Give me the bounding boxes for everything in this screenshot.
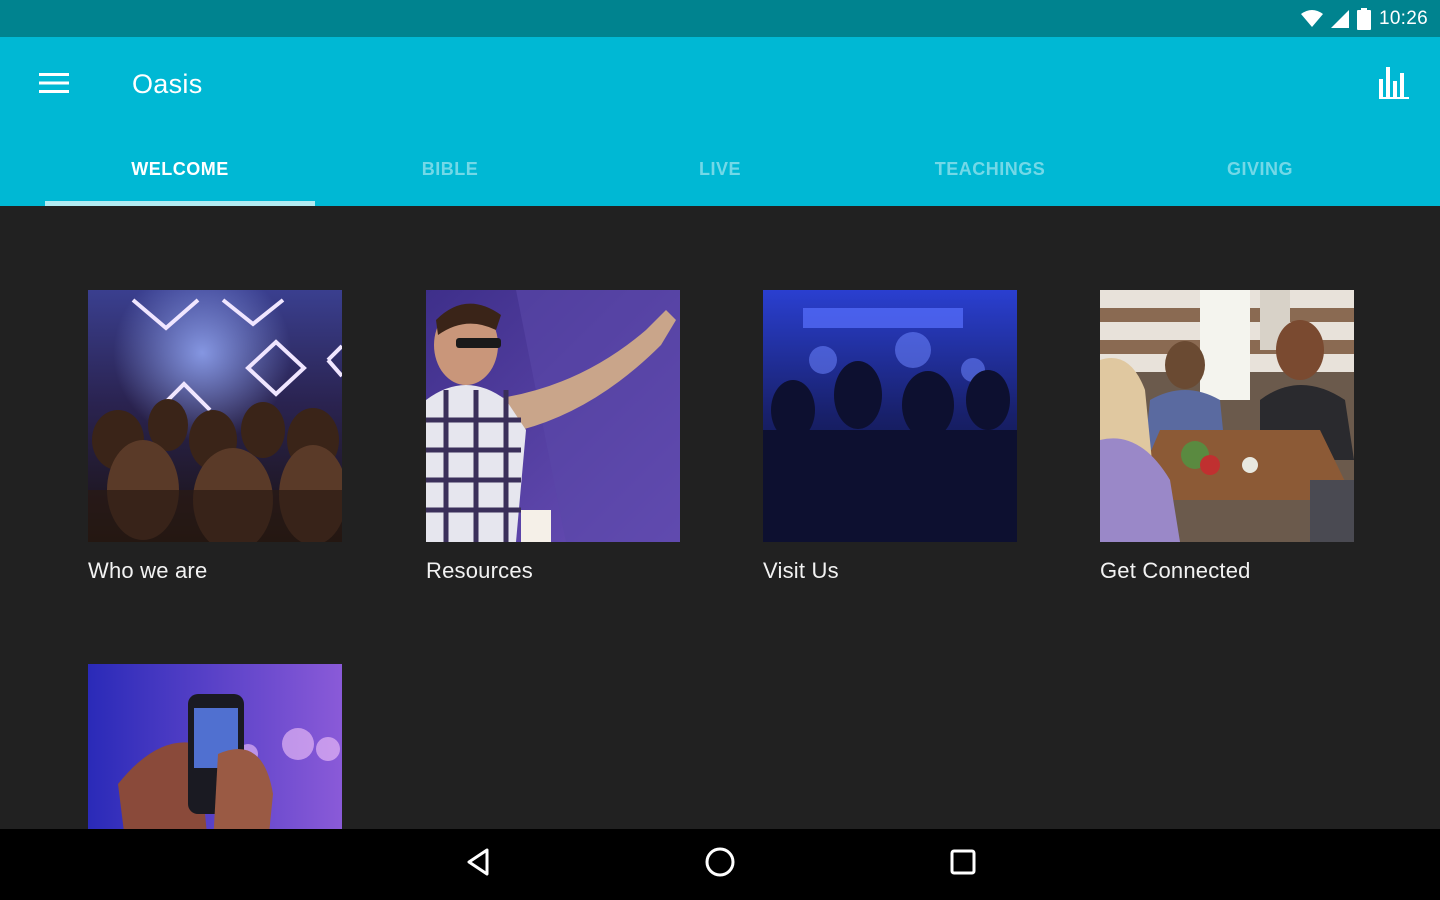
tab-live[interactable]: LIVE: [585, 132, 855, 206]
card-image: [88, 290, 342, 542]
hamburger-menu-icon: [39, 72, 69, 99]
card-resources[interactable]: Resources: [426, 290, 680, 584]
tab-welcome[interactable]: WELCOME: [45, 132, 315, 206]
card-label: Who we are: [88, 558, 208, 583]
card-image: [763, 290, 1017, 542]
card-get-connected[interactable]: Get Connected: [1100, 290, 1354, 584]
card-image: [426, 290, 680, 542]
card-media[interactable]: [88, 664, 342, 829]
card-image: [88, 664, 342, 829]
bar-chart-icon: [1379, 66, 1409, 104]
system-nav-bar: [0, 829, 1440, 900]
stats-button[interactable]: [1374, 65, 1414, 105]
tab-giving[interactable]: GIVING: [1125, 132, 1395, 206]
home-circle-icon: [704, 846, 736, 883]
menu-button[interactable]: [26, 67, 82, 103]
content-grid: Who we are Resources Visit Us Get Connec…: [0, 206, 1440, 829]
wifi-icon: [1300, 9, 1323, 28]
card-label: Get Connected: [1100, 558, 1251, 583]
card-label: Resources: [426, 558, 533, 583]
back-triangle-icon: [465, 847, 491, 882]
card-image: [1100, 290, 1354, 542]
status-time: 10:26: [1378, 7, 1428, 29]
card-visit-us[interactable]: Visit Us: [763, 290, 1017, 584]
tab-teachings[interactable]: TEACHINGS: [855, 132, 1125, 206]
recents-button[interactable]: [941, 844, 985, 884]
battery-icon: [1356, 7, 1371, 30]
card-who-we-are[interactable]: Who we are: [88, 290, 342, 584]
status-bar: 10:26: [0, 0, 1440, 37]
recents-square-icon: [949, 848, 977, 881]
tab-bar: WELCOME BIBLE LIVE TEACHINGS GIVING: [45, 132, 1395, 206]
app-title: Oasis: [132, 69, 203, 99]
card-label: Visit Us: [763, 558, 839, 583]
app-bar: Oasis WELCOME BIBLE LIVE TEACHINGS GIVIN…: [0, 37, 1440, 206]
home-button[interactable]: [698, 844, 742, 884]
tab-bible[interactable]: BIBLE: [315, 132, 585, 206]
back-button[interactable]: [456, 844, 500, 884]
cellular-signal-icon: [1330, 9, 1349, 28]
